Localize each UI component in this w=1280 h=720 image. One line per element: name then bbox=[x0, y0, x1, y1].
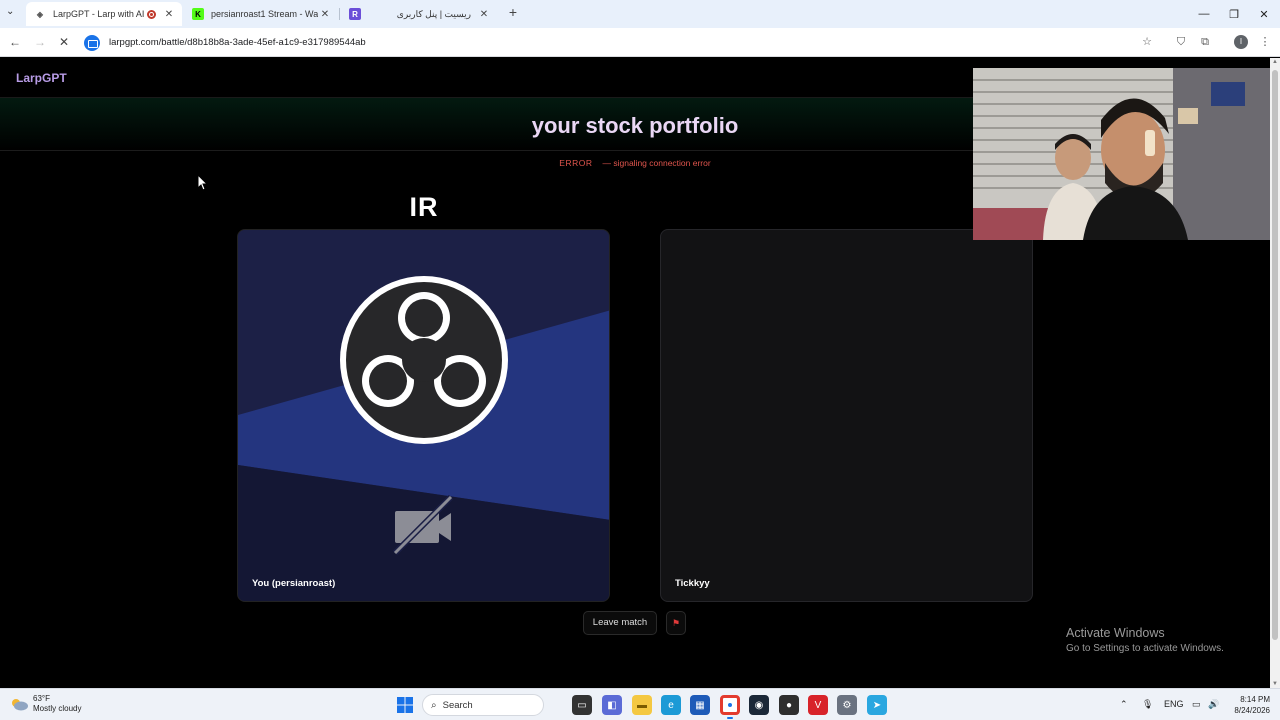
tab-title: ریسیت | پنل کاربری bbox=[396, 8, 471, 19]
address-toolbar: ← → ✕ larpgpt.com/battle/d8b18b8a-3ade-4… bbox=[0, 28, 1280, 57]
windows-taskbar: 63°F Mostly cloudy ⌕ Search ▭ ◧ ▬ e ▦ ◉ … bbox=[0, 688, 1280, 720]
scroll-up-icon[interactable]: ▲ bbox=[1271, 59, 1279, 65]
back-arrow-icon[interactable]: ← bbox=[7, 34, 23, 50]
tab-separator bbox=[339, 8, 340, 20]
error-message: — signaling connection error bbox=[602, 158, 711, 168]
scroll-down-icon[interactable]: ▼ bbox=[1271, 681, 1279, 687]
report-flag-button[interactable]: ⚑ bbox=[666, 611, 686, 635]
minimize-icon[interactable]: — bbox=[1188, 0, 1220, 28]
clock-date: 8/24/2026 bbox=[1234, 706, 1270, 715]
streamer-webcam-overlay bbox=[973, 68, 1270, 240]
close-tab-icon[interactable]: ✕ bbox=[477, 9, 491, 20]
display-icon[interactable]: ▭ bbox=[1192, 699, 1201, 710]
player-country-code: IR bbox=[409, 192, 439, 222]
task-view-icon[interactable]: ▭ bbox=[572, 695, 592, 715]
player-name-you: You (persianroast) bbox=[252, 578, 336, 589]
player-card-you: You (persianroast) bbox=[237, 229, 610, 602]
volume-icon[interactable]: 🔊 bbox=[1208, 699, 1219, 710]
steam-icon[interactable]: ◉ bbox=[749, 695, 769, 715]
recording-icon bbox=[147, 9, 156, 19]
kick-favicon-icon: K bbox=[192, 8, 204, 20]
close-window-icon[interactable]: ✕ bbox=[1248, 0, 1280, 28]
valorant-icon[interactable]: V bbox=[808, 695, 828, 715]
camera-off-icon bbox=[393, 495, 454, 556]
browser-tabbar: ⌄ ◈ LarpGPT - Larp with AI ✕ K persianro… bbox=[0, 0, 1280, 28]
weather-desc: Mostly cloudy bbox=[33, 704, 82, 713]
file-explorer-icon[interactable]: ▬ bbox=[632, 695, 652, 715]
player-card-opponent: Tickkyy bbox=[660, 229, 1033, 602]
bookmark-star-icon[interactable]: ☆ bbox=[1140, 35, 1154, 49]
widgets-app-icon[interactable]: ◧ bbox=[602, 695, 622, 715]
tab-larpgpt[interactable]: ◈ LarpGPT - Larp with AI ✕ bbox=[26, 2, 182, 26]
store-icon[interactable]: ▦ bbox=[690, 695, 710, 715]
obs-taskbar-icon[interactable]: ● bbox=[779, 695, 799, 715]
tab-title: LarpGPT - Larp with AI bbox=[53, 9, 145, 19]
chrome-icon[interactable] bbox=[720, 695, 740, 715]
larpgpt-favicon-icon: ◈ bbox=[36, 9, 44, 19]
microphone-icon[interactable]: 🎙 bbox=[1142, 699, 1153, 710]
player-name-opponent: Tickkyy bbox=[675, 578, 710, 589]
system-clock[interactable]: 8:14 PM 8/24/2026 bbox=[1224, 694, 1270, 716]
leave-match-button[interactable]: Leave match bbox=[583, 611, 657, 635]
settings-gear-icon[interactable]: ⚙ bbox=[837, 695, 857, 715]
chrome-active-indicator bbox=[727, 717, 733, 719]
mouse-cursor-icon bbox=[198, 175, 208, 191]
clock-time: 8:14 PM bbox=[1240, 695, 1270, 704]
tray-chevron-icon[interactable]: ⌃ bbox=[1120, 699, 1128, 710]
search-icon: ⌕ bbox=[431, 699, 437, 711]
stop-loading-icon[interactable]: ✕ bbox=[56, 34, 72, 50]
weather-widget[interactable]: 63°F Mostly cloudy bbox=[10, 694, 81, 714]
restore-icon[interactable]: ❐ bbox=[1218, 0, 1250, 28]
new-tab-plus-icon[interactable]: + bbox=[505, 4, 521, 22]
site-info-icon[interactable] bbox=[84, 34, 100, 51]
cloud-icon bbox=[12, 699, 28, 711]
telegram-icon[interactable]: ➤ bbox=[867, 695, 887, 715]
tab-title: persianroast1 Stream - Watch L bbox=[211, 9, 318, 19]
menu-kebab-icon[interactable]: ⋮ bbox=[1258, 35, 1272, 49]
windows-start-icon[interactable] bbox=[395, 695, 415, 715]
larpgpt-logo[interactable]: LarpGPT bbox=[16, 71, 67, 85]
activate-title: Activate Windows bbox=[1066, 626, 1165, 640]
scroll-thumb[interactable] bbox=[1272, 70, 1278, 640]
forward-arrow-icon[interactable]: → bbox=[32, 34, 48, 50]
page-viewport: LarpGPT your stock portfolio ERROR — sign… bbox=[0, 58, 1270, 688]
tab-search-chevron-icon[interactable]: ⌄ bbox=[6, 6, 14, 17]
search-label: Search bbox=[442, 699, 473, 711]
tab-reset-panel[interactable]: R ریسیت | پنل کاربری ✕ bbox=[341, 2, 497, 26]
obs-logo-icon bbox=[340, 276, 508, 444]
taskbar-search-box[interactable]: ⌕ Search bbox=[422, 694, 544, 716]
weather-temp: 63°F bbox=[33, 694, 50, 703]
shield-extension-icon[interactable]: ⛉ bbox=[1174, 35, 1188, 49]
error-label: ERROR bbox=[559, 158, 593, 168]
activate-windows-watermark: Activate Windows Go to Settings to activ… bbox=[1066, 626, 1224, 654]
language-indicator[interactable]: ENG bbox=[1164, 699, 1184, 709]
edge-browser-icon[interactable]: e bbox=[661, 695, 681, 715]
url-text[interactable]: larpgpt.com/battle/d8b18b8a-3ade-45ef-a1… bbox=[109, 37, 366, 48]
activate-subtitle: Go to Settings to activate Windows. bbox=[1066, 643, 1224, 654]
extensions-puzzle-icon[interactable]: ⧉ bbox=[1198, 35, 1212, 49]
close-tab-icon[interactable]: ✕ bbox=[318, 9, 332, 20]
tab-kick-stream[interactable]: K persianroast1 Stream - Watch L ✕ bbox=[184, 2, 338, 26]
profile-avatar[interactable]: I bbox=[1234, 35, 1248, 49]
reset-favicon-icon: R bbox=[349, 8, 361, 20]
page-scrollbar[interactable]: ▲ ▼ bbox=[1270, 58, 1280, 688]
omnibox[interactable]: larpgpt.com/battle/d8b18b8a-3ade-45ef-a1… bbox=[80, 31, 1192, 54]
close-tab-icon[interactable]: ✕ bbox=[162, 9, 176, 20]
